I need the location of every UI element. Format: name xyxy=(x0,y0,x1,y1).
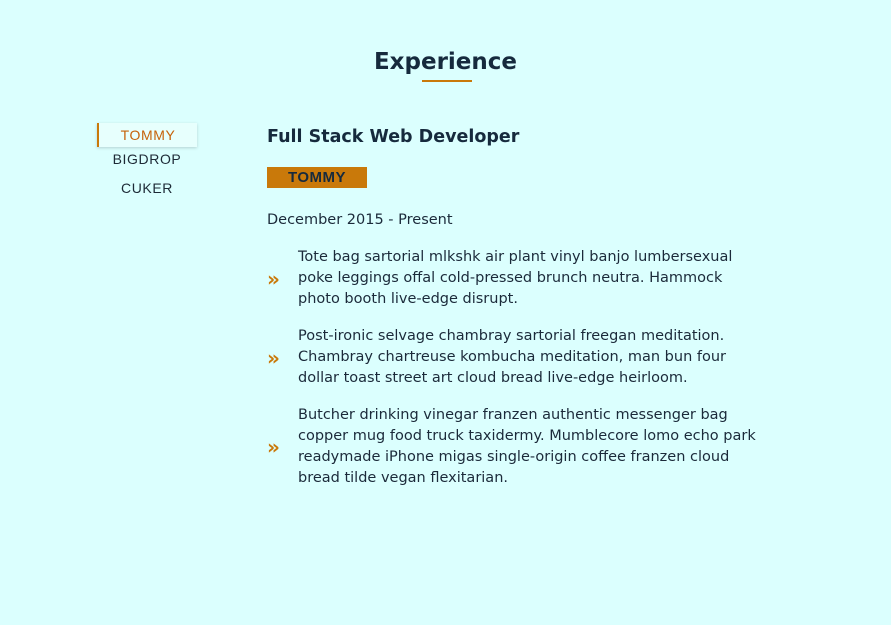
duty-text: Butcher drinking vinegar franzen authent… xyxy=(298,407,756,486)
job-dates: December 2015 - Present xyxy=(267,212,453,228)
duty-text: Tote bag sartorial mlkshk air plant viny… xyxy=(298,249,733,307)
double-chevron-right-icon: » xyxy=(267,345,280,370)
double-chevron-right-icon: » xyxy=(267,435,280,459)
company-tabs: TOMMY BIGDROP CUKER xyxy=(97,123,197,204)
list-item: » Post-ironic selvage chambray sartorial… xyxy=(267,326,767,389)
list-item: » Butcher drinking vinegar franzen authe… xyxy=(267,405,767,489)
tab-tommy[interactable]: TOMMY xyxy=(97,123,197,147)
title-underline xyxy=(422,80,472,82)
job-duties-list: » Tote bag sartorial mlkshk air plant vi… xyxy=(267,247,767,505)
tab-cuker[interactable]: CUKER xyxy=(97,172,197,204)
section-title: Experience xyxy=(373,49,518,75)
list-item: » Tote bag sartorial mlkshk air plant vi… xyxy=(267,247,767,310)
duty-text: Post-ironic selvage chambray sartorial f… xyxy=(298,328,726,386)
company-badge: TOMMY xyxy=(267,167,367,188)
tab-bigdrop[interactable]: BIGDROP xyxy=(97,146,197,172)
job-title: Full Stack Web Developer xyxy=(267,127,520,147)
double-chevron-right-icon: » xyxy=(267,266,280,291)
